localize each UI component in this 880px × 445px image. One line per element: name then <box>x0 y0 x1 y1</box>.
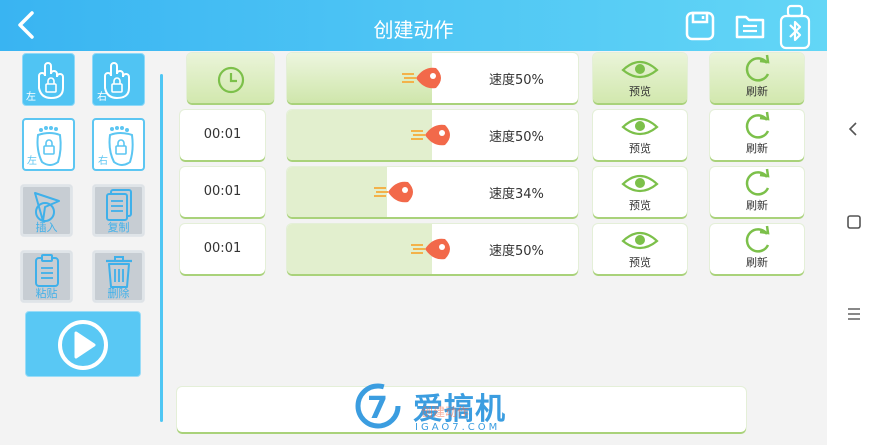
eye-icon <box>621 174 659 193</box>
system-nav-bar <box>827 0 880 445</box>
preview-label: 预览 <box>629 85 651 98</box>
right-hand-lock-button[interactable]: 右 <box>92 53 145 106</box>
left-label: 左 <box>27 156 37 167</box>
speed-value: 速度34% <box>489 187 544 202</box>
right-label: 右 <box>97 92 107 103</box>
rocket-icon <box>374 181 413 203</box>
copy-button[interactable]: 复制 <box>92 184 145 237</box>
refresh-label: 刷新 <box>746 199 768 212</box>
play-button[interactable] <box>25 311 141 377</box>
time-field[interactable]: 00:01 <box>180 167 265 217</box>
nav-back-icon[interactable] <box>845 120 863 138</box>
timeline-divider <box>160 74 163 422</box>
nav-menu-icon[interactable] <box>845 305 863 323</box>
eye-icon <box>621 60 659 79</box>
speed-slider[interactable]: 速度34% <box>287 167 578 217</box>
speed-slider[interactable]: 速度50% <box>287 224 578 274</box>
refresh-icon <box>745 168 770 196</box>
speed-value: 速度50% <box>489 130 544 145</box>
save-button[interactable] <box>684 10 716 42</box>
left-label: 左 <box>26 92 36 103</box>
refresh-button[interactable]: 刷新 <box>710 53 804 103</box>
refresh-icon <box>745 54 770 82</box>
preview-button[interactable]: 预览 <box>593 53 687 103</box>
rocket-icon <box>402 67 441 89</box>
rocket-icon <box>411 124 450 146</box>
time-field[interactable]: 00:01 <box>180 224 265 274</box>
preview-label: 预览 <box>629 142 651 155</box>
preview-button[interactable]: 预览 <box>593 167 687 217</box>
refresh-button[interactable]: 刷新 <box>710 110 804 160</box>
right-foot-lock-button[interactable]: 右 <box>92 118 145 171</box>
insert-button[interactable]: 插入 <box>20 184 73 237</box>
speed-value: 速度50% <box>489 73 544 88</box>
speed-slider[interactable]: 速度50% <box>287 110 578 160</box>
open-file-button[interactable] <box>734 10 766 42</box>
clock-icon <box>217 66 245 94</box>
refresh-button[interactable]: 刷新 <box>710 167 804 217</box>
copy-label: 复制 <box>107 221 130 234</box>
folder-icon <box>735 15 765 39</box>
rocket-icon <box>411 238 450 260</box>
delete-button[interactable]: 删除 <box>92 250 145 303</box>
timer-button[interactable] <box>187 53 274 103</box>
refresh-label: 刷新 <box>746 142 768 155</box>
preview-label: 预览 <box>629 199 651 212</box>
preview-button[interactable]: 预览 <box>593 224 687 274</box>
refresh-label: 刷新 <box>746 85 768 98</box>
watermark-domain: IGAO7.COM <box>415 422 501 433</box>
eye-icon <box>621 231 659 250</box>
refresh-icon <box>745 225 770 253</box>
refresh-label: 刷新 <box>746 256 768 269</box>
nav-home-icon[interactable] <box>845 213 863 231</box>
paste-label: 粘贴 <box>35 287 58 300</box>
play-icon <box>58 320 108 370</box>
time-field[interactable]: 00:01 <box>180 110 265 160</box>
delete-label: 删除 <box>107 287 130 300</box>
svg-text:7: 7 <box>367 391 388 426</box>
eye-icon <box>621 117 659 136</box>
app-screen: 创建动作 左 右 左 右 插入 复制 粘贴 删除 速度50% 预览 刷新 00:… <box>0 0 827 445</box>
right-label: 右 <box>98 156 108 167</box>
insert-label: 插入 <box>35 221 58 234</box>
save-icon <box>685 11 715 41</box>
speed-slider[interactable]: 速度50% <box>287 53 578 103</box>
left-foot-lock-button[interactable]: 左 <box>22 118 75 171</box>
bluetooth-button[interactable] <box>778 4 812 50</box>
preview-label: 预览 <box>629 256 651 269</box>
watermark-overlay-text: 创建动作 <box>421 405 470 419</box>
preview-button[interactable]: 预览 <box>593 110 687 160</box>
bluetooth-robot-icon <box>779 4 811 50</box>
refresh-button[interactable]: 刷新 <box>710 224 804 274</box>
paste-button[interactable]: 粘贴 <box>20 250 73 303</box>
speed-value: 速度50% <box>489 244 544 259</box>
left-hand-lock-button[interactable]: 左 <box>22 53 75 106</box>
refresh-icon <box>745 111 770 139</box>
header-bar: 创建动作 <box>0 0 827 51</box>
